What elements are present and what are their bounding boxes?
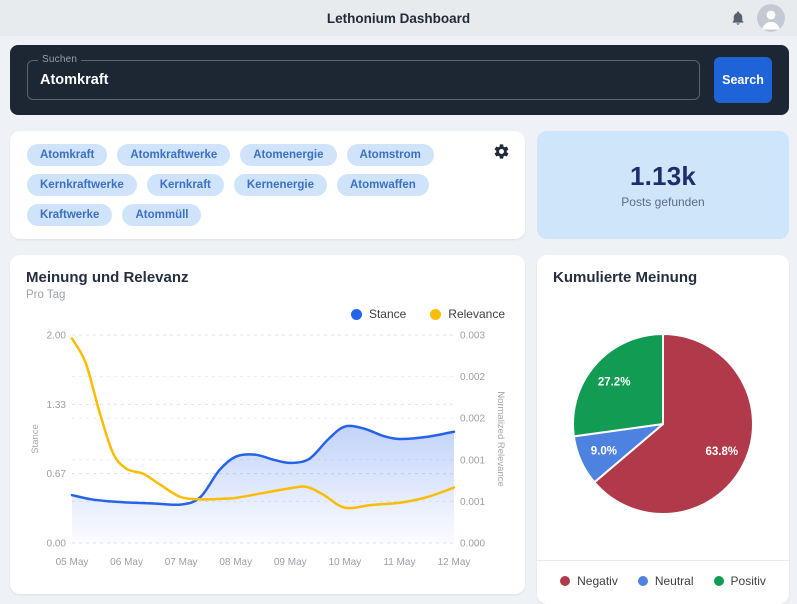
pie-slice-label: 63.8% <box>706 446 739 458</box>
search-field[interactable]: Suchen <box>27 54 700 100</box>
pie-slice-label: 27.2% <box>598 376 631 388</box>
svg-text:0.003: 0.003 <box>460 331 485 342</box>
keyword-chip[interactable]: Kernkraftwerke <box>27 174 137 196</box>
legend-dot-icon <box>713 576 724 586</box>
svg-text:0.67: 0.67 <box>47 469 67 480</box>
pie-chart-card: Kumulierte Meinung 63.8% 9.0% 27.2% Negati… <box>537 255 789 604</box>
pie-chart-area: 63.8% 9.0% 27.2% <box>553 286 773 560</box>
keyword-chip[interactable]: Atomkraftwerke <box>117 144 231 166</box>
keyword-chip[interactable]: Atommüll <box>122 204 202 226</box>
pie-chart-title: Kumulierte Meinung <box>553 269 698 286</box>
keyword-chip[interactable]: Atomstrom <box>346 144 434 166</box>
svg-text:0.001: 0.001 <box>460 455 485 466</box>
svg-text:1.33: 1.33 <box>47 400 67 411</box>
legend-dot-icon <box>637 576 648 586</box>
svg-text:0.000: 0.000 <box>460 539 485 550</box>
legend-dot-icon <box>350 308 362 320</box>
keyword-chip[interactable]: Kernenergie <box>233 174 327 196</box>
user-avatar[interactable] <box>757 4 785 32</box>
legend-label: Negativ <box>577 574 618 588</box>
svg-text:Stance: Stance <box>30 424 41 454</box>
svg-text:2.00: 2.00 <box>47 331 67 342</box>
svg-text:10 May: 10 May <box>328 557 361 568</box>
posts-found-card: 1.13k Posts gefunden <box>537 131 789 239</box>
search-button[interactable]: Search <box>714 57 772 103</box>
keyword-chip[interactable]: Kraftwerke <box>27 204 113 226</box>
legend-label: Relevance <box>448 307 505 321</box>
line-chart-legend: Stance Relevance <box>26 307 509 321</box>
line-chart-card: Meinung und Relevanz Pro Tag Stance Relev… <box>10 255 525 594</box>
pie-slice-label: 9.0% <box>591 445 617 457</box>
line-chart-subtitle: Pro Tag <box>26 289 66 301</box>
svg-text:09 May: 09 May <box>274 557 307 568</box>
svg-text:0.001: 0.001 <box>460 497 485 508</box>
posts-count: 1.13k <box>629 161 697 191</box>
main-content: Suchen Search AtomkraftAtomkraftwerkeAto… <box>0 36 797 604</box>
svg-text:08 May: 08 May <box>219 557 252 568</box>
svg-text:Normalized Relevance: Normalized Relevance <box>495 391 506 487</box>
legend-label: Neutral <box>654 574 694 588</box>
legend-item[interactable]: Stance <box>350 307 407 321</box>
app-title: Lethonium Dashboard <box>326 10 471 26</box>
svg-text:07 May: 07 May <box>165 557 198 568</box>
stance-area <box>72 425 454 543</box>
svg-text:0.002: 0.002 <box>460 414 485 425</box>
legend-label: Stance <box>368 307 407 321</box>
legend-dot-icon <box>560 576 571 586</box>
keyword-chip[interactable]: Atomenergie <box>240 144 337 166</box>
posts-count-label: Posts gefunden <box>621 195 705 209</box>
line-chart: 2.00 1.33 0.67 0.00 0.003 0.002 0.002 0.001 0.00… <box>30 331 506 569</box>
svg-text:06 May: 06 May <box>110 557 143 568</box>
legend-label: Positiv <box>730 574 766 588</box>
keyword-chip[interactable]: Atomkraft <box>27 144 108 166</box>
legend-dot-icon <box>430 308 442 320</box>
search-field-label: Suchen <box>38 54 82 65</box>
legend-item[interactable]: Neutral <box>637 574 694 588</box>
pie-chart: 63.8% 9.0% 27.2% <box>572 333 754 515</box>
pie-chart-legend: Negativ Neutral Positiv <box>537 560 789 604</box>
app-header: Lethonium Dashboard <box>0 0 797 36</box>
svg-text:0.002: 0.002 <box>460 372 485 383</box>
keyword-chip-list: Atomkraft Atomkraftwerke Atomenergie Atomst… <box>27 144 479 226</box>
svg-text:05 May: 05 May <box>56 557 89 568</box>
settings-gear-icon[interactable] <box>493 143 510 160</box>
notifications-bell-icon[interactable] <box>729 9 747 27</box>
search-input[interactable] <box>28 72 699 88</box>
svg-text:0.00: 0.00 <box>47 539 67 550</box>
keywords-card: Atomkraft Atomkraftwerke Atomenergie Atomst… <box>10 131 525 239</box>
legend-item[interactable]: Relevance <box>430 307 505 321</box>
svg-text:11 May: 11 May <box>383 557 415 568</box>
keyword-chip[interactable]: Atomwaffen <box>336 174 429 196</box>
search-panel: Suchen Search <box>10 45 789 115</box>
keyword-chip[interactable]: Kernkraft <box>146 174 224 196</box>
legend-item[interactable]: Positiv <box>713 574 766 588</box>
svg-text:12 May: 12 May <box>438 557 471 568</box>
header-actions <box>729 0 785 36</box>
line-chart-title: Meinung und Relevanz <box>26 269 189 286</box>
legend-item[interactable]: Negativ <box>560 574 618 588</box>
